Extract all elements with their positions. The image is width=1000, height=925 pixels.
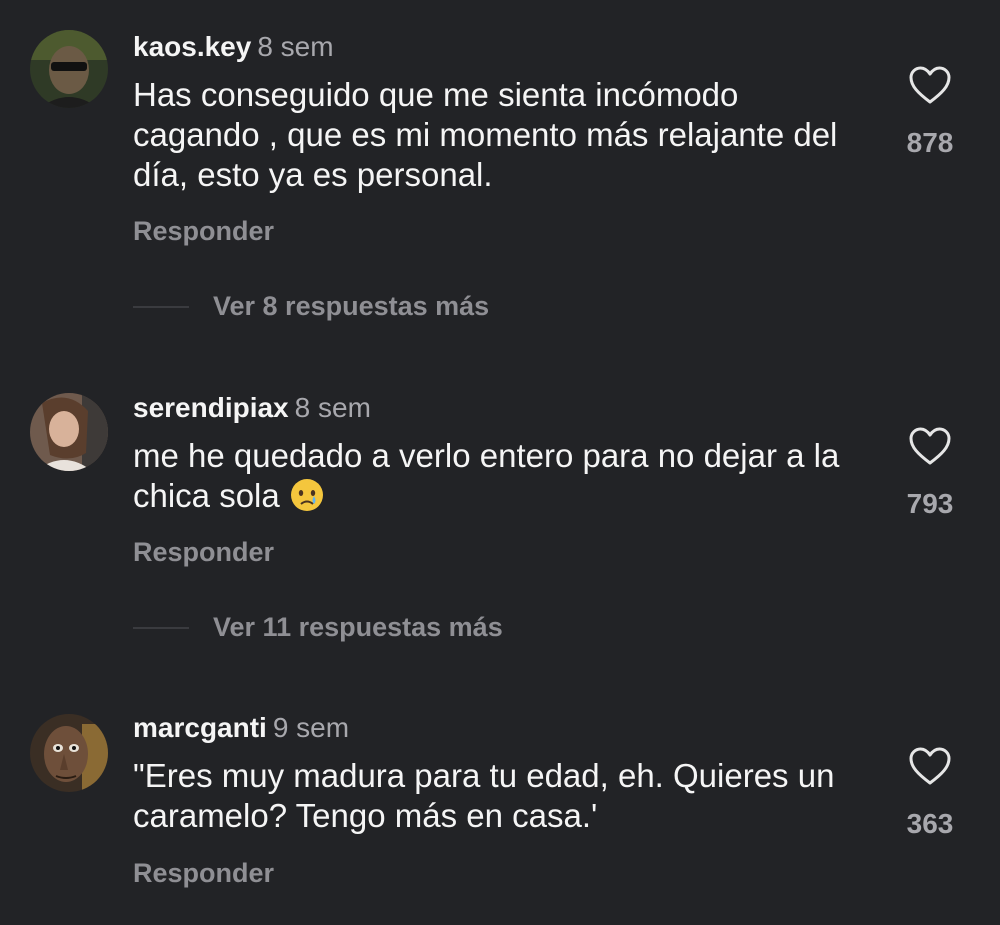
avatar-woman-photo-icon (30, 393, 108, 471)
like-count: 793 (906, 488, 954, 519)
divider-line (133, 305, 189, 308)
comment-age: 9 sem (272, 712, 350, 743)
like-control: 878 (890, 65, 970, 159)
like-control: 363 (890, 746, 970, 840)
view-more-replies-label: Ver 8 respuestas más (213, 291, 490, 321)
comment-text-content: me he quedado a verlo entero para no dej… (133, 437, 840, 514)
avatar-green-man-sunglasses-icon (30, 30, 108, 108)
divider-line (133, 626, 189, 629)
like-control: 793 (890, 426, 970, 520)
heart-icon[interactable] (908, 746, 952, 786)
view-more-replies-label: Ver 11 respuestas más (213, 612, 503, 642)
view-more-replies-button[interactable]: Ver 8 respuestas más (133, 291, 489, 325)
avatar-puppet-face-icon (30, 714, 108, 792)
comment-text: Has conseguido que me sienta incómodo ca… (133, 76, 838, 193)
comment-age: 8 sem (294, 392, 371, 423)
comment-header: serendipiax 8 sem (133, 391, 371, 425)
reply-button[interactable]: Responder (133, 214, 274, 248)
heart-icon[interactable] (908, 65, 952, 105)
crying-face-icon (290, 479, 323, 511)
comment-text: me he quedado a verlo entero para no dej… (133, 436, 873, 516)
username[interactable]: serendipiax (133, 392, 289, 423)
like-count: 363 (906, 808, 954, 839)
avatar[interactable] (30, 30, 108, 108)
reply-button[interactable]: Responder (133, 535, 274, 569)
avatar[interactable] (30, 714, 108, 792)
comment-item: kaos.key 8 sem Has conseguido que me sien… (0, 30, 1000, 330)
avatar[interactable] (30, 393, 108, 471)
heart-icon[interactable] (908, 426, 952, 466)
comment-age: 8 sem (257, 31, 334, 62)
like-count: 878 (906, 127, 954, 158)
username[interactable]: kaos.key (133, 31, 251, 62)
view-more-replies-button[interactable]: Ver 11 respuestas más (133, 612, 503, 646)
username[interactable]: marcganti (133, 712, 267, 743)
comment-item: serendipiax 8 sem me he quedado a verlo e… (0, 391, 1000, 591)
comment-header: kaos.key 8 sem (133, 30, 334, 64)
reply-button[interactable]: Responder (133, 856, 274, 890)
comment-header: marcganti 9 sem (133, 711, 349, 745)
comment-item: marcganti 9 sem "Eres muy madura para tu … (0, 711, 1000, 911)
comment-text: "Eres muy madura para tu edad, eh. Quier… (133, 757, 835, 834)
